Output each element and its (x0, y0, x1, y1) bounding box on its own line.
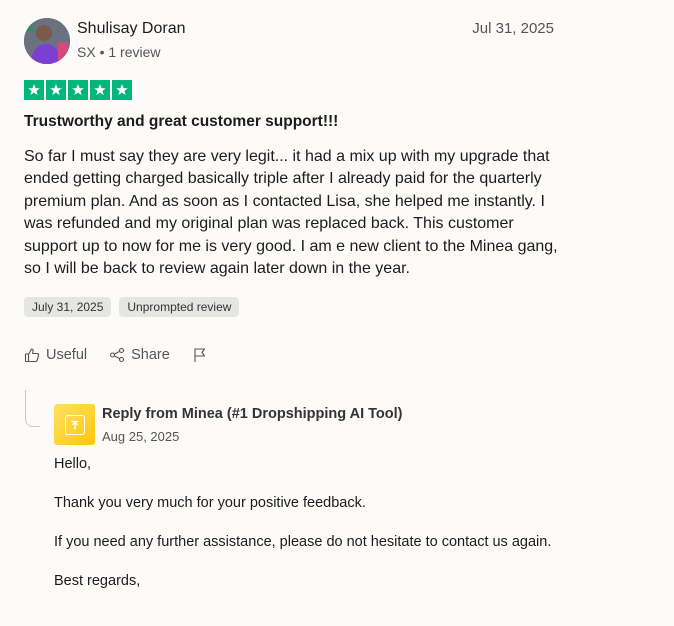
review-card: Shulisay Doran SX • 1 review Jul 31, 202… (24, 16, 558, 363)
company-logo (54, 404, 95, 445)
reply-connector (25, 390, 40, 427)
reply-date: Aug 25, 2025 (102, 429, 180, 444)
author-meta: SX • 1 review (77, 44, 161, 60)
share-icon (110, 347, 125, 363)
review-header: Shulisay Doran SX • 1 review Jul 31, 202… (24, 16, 554, 66)
minea-logo-icon (70, 420, 79, 430)
reply-title: Reply from Minea (#1 Dropshipping AI Too… (102, 406, 403, 422)
share-button[interactable]: Share (109, 347, 170, 363)
flag-icon (194, 348, 205, 362)
star-icon (112, 80, 132, 100)
report-flag-button[interactable] (192, 347, 208, 363)
review-date: Jul 31, 2025 (472, 20, 554, 37)
star-icon (68, 80, 88, 100)
reply-body: Hello, Thank you very much for your posi… (54, 454, 551, 591)
star-icon (24, 80, 44, 100)
review-body: So far I must say they are very legit...… (24, 148, 558, 278)
star-rating (24, 80, 132, 100)
review-title: Trustworthy and great customer support!!… (24, 113, 339, 130)
star-icon (46, 80, 66, 100)
reply-paragraph: Thank you very much for your positive fe… (54, 495, 366, 511)
reply-paragraph: Best regards, (54, 573, 141, 589)
author-name[interactable]: Shulisay Doran (77, 20, 186, 38)
thumbs-up-icon (24, 348, 40, 363)
reply-paragraph: If you need any further assistance, plea… (54, 534, 552, 550)
avatar[interactable] (24, 18, 70, 64)
unprompted-review-tag[interactable]: Unprompted review (119, 297, 240, 317)
review-actions: Useful Share (24, 347, 230, 363)
useful-label: Useful (46, 347, 88, 363)
date-tag: July 31, 2025 (24, 297, 112, 317)
star-icon (90, 80, 110, 100)
useful-button[interactable]: Useful (24, 347, 87, 363)
reply-paragraph: Hello, (54, 456, 92, 472)
review-tags: July 31, 2025 Unprompted review (24, 297, 240, 317)
share-label: Share (131, 347, 170, 363)
